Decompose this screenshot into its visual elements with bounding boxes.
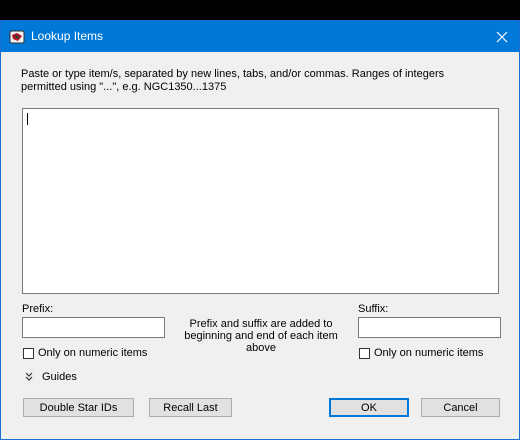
window-title: Lookup Items [31,29,104,43]
title-bar: Lookup Items [1,21,519,52]
suffix-label: Suffix: [358,303,389,315]
instructions-text: Paste or type item/s, separated by new l… [21,68,445,93]
checkbox-box[interactable] [23,347,34,359]
close-icon [496,31,508,42]
items-textarea[interactable] [22,108,499,294]
checkbox-label: Only on numeric items [374,347,484,359]
suffix-numeric-only-checkbox[interactable]: Only on numeric items [359,347,483,359]
ok-button[interactable]: OK [329,398,409,417]
prefix-input[interactable] [22,317,165,338]
prefix-suffix-note: Prefix and suffix are added to beginning… [184,318,338,354]
guides-expander[interactable]: Guides [24,371,77,383]
checkbox-box[interactable] [359,347,370,359]
text-caret [27,113,28,125]
double-chevron-down-icon [25,372,33,381]
app-icon [9,30,25,44]
lookup-items-dialog: Lookup Items Paste or type item/s, separ… [0,20,520,440]
suffix-input[interactable] [358,317,501,338]
double-star-ids-button[interactable]: Double Star IDs [23,398,134,417]
recall-last-button[interactable]: Recall Last [149,398,232,417]
prefix-label: Prefix: [22,303,54,315]
cancel-button[interactable]: Cancel [421,398,500,417]
close-button[interactable] [485,21,519,52]
guides-label: Guides [42,371,77,383]
top-black-bar [0,0,520,20]
checkbox-label: Only on numeric items [38,347,148,359]
prefix-numeric-only-checkbox[interactable]: Only on numeric items [23,347,147,359]
